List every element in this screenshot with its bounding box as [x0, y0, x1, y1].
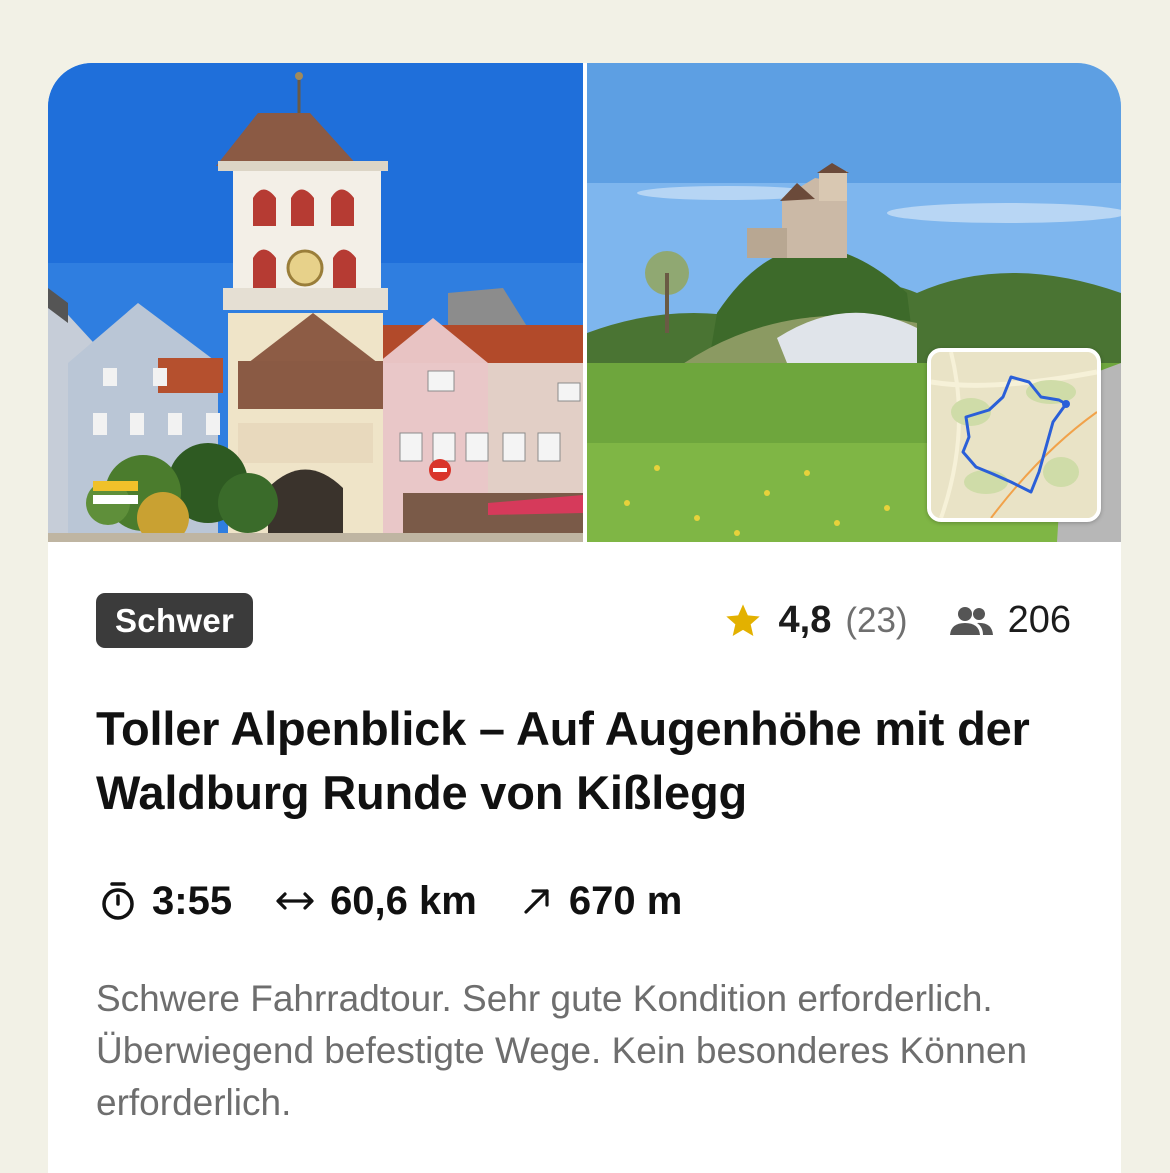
photo-gallery[interactable] — [48, 63, 1121, 542]
people-icon — [949, 606, 993, 635]
duration-metric: 3:55 — [98, 879, 232, 924]
tour-title: Toller Alpenblick – Auf Augenhöhe mit de… — [96, 702, 1030, 819]
rating-value: 4,8 — [778, 599, 832, 641]
difficulty-badge: Schwer — [96, 593, 254, 648]
star-icon — [725, 603, 760, 636]
duration-value: 3:55 — [152, 878, 233, 923]
rating-and-participants: 4,8 (23) 206 — [723, 593, 1071, 648]
route-map-thumbnail[interactable] — [927, 348, 1101, 522]
diagonal-arrow-icon — [524, 889, 549, 914]
participants-count: 206 — [1007, 599, 1071, 641]
distance-metric: 60,6 km — [274, 879, 477, 924]
town-gate-photo[interactable] — [48, 63, 583, 542]
elevation-value: 670 m — [568, 878, 683, 923]
rating-count: (23) — [845, 600, 908, 640]
elevation-metric: 670 m — [519, 879, 682, 924]
horizontal-arrows-icon — [276, 892, 314, 910]
distance-value: 60,6 km — [330, 878, 477, 923]
tour-metrics: 3:55 60,6 km 670 m — [98, 871, 724, 931]
stopwatch-icon — [102, 882, 134, 920]
tour-description: Schwere Fahrradtour. Sehr gute Kondition… — [96, 978, 1028, 1123]
tour-card[interactable]: Schwer 4,8 (23) 206 Toller Alpenblick – … — [48, 63, 1121, 1173]
